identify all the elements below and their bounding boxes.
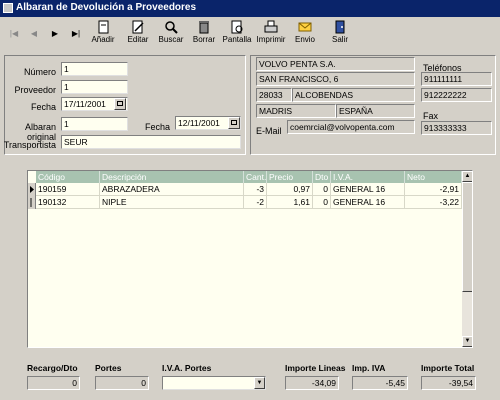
- importe-total-value: -39,54: [421, 376, 476, 390]
- calendar-icon[interactable]: [114, 98, 126, 110]
- app-icon: [3, 3, 13, 13]
- window-title: Albaran de Devolución a Proveedores: [16, 2, 197, 13]
- column-header-codigo[interactable]: Código: [36, 171, 100, 183]
- column-header-neto[interactable]: Neto: [405, 171, 462, 183]
- supplier-phone-2: 912222222: [421, 88, 492, 102]
- supplier-email: coemrcial@volvopenta.com: [287, 120, 415, 134]
- supplier-address: SAN FRANCISCO, 6: [256, 72, 415, 86]
- exit-door-icon: [335, 20, 345, 34]
- table-cell[interactable]: 0,97: [267, 183, 313, 196]
- current-row-arrow-icon: [30, 186, 34, 193]
- fecha-label: Fecha: [30, 102, 56, 112]
- row-indicator[interactable]: [28, 196, 36, 209]
- transportista-label: Transportista: [3, 140, 56, 150]
- title-bar: Albaran de Devolución a Proveedores: [0, 0, 500, 17]
- importe-lineas-label: Importe Lineas: [285, 363, 346, 373]
- fax-label: Fax: [423, 111, 439, 121]
- edit-icon: [132, 20, 144, 34]
- table-cell[interactable]: -2: [244, 196, 267, 209]
- column-header-descripcion[interactable]: Descripción: [100, 171, 244, 183]
- numero-field[interactable]: 1: [61, 62, 128, 76]
- table-cell[interactable]: 190132: [36, 196, 100, 209]
- send-button[interactable]: Envio: [285, 20, 325, 50]
- search-icon: [165, 21, 178, 34]
- scroll-down-arrow-icon[interactable]: ▼: [462, 336, 472, 347]
- proveedor-label: Proveedor: [14, 85, 56, 95]
- new-document-icon: [98, 20, 109, 34]
- table-cell[interactable]: -3,22: [405, 196, 462, 209]
- albaran-original-label: Albaran original: [24, 122, 56, 142]
- table-cell[interactable]: 0: [313, 196, 331, 209]
- lines-grid[interactable]: Código Descripción Cant. Precio Dto I.V.…: [27, 170, 473, 348]
- supplier-province: MADRIS: [256, 104, 336, 118]
- previous-record-button[interactable]: ◀: [25, 26, 43, 42]
- supplier-city: ALCOBENDAS: [292, 88, 415, 102]
- supplier-fax: 913333333: [421, 121, 492, 135]
- table-cell[interactable]: GENERAL 16: [331, 183, 405, 196]
- imp-iva-label: Imp. IVA: [352, 363, 386, 373]
- vertical-scrollbar[interactable]: ▲ ▼: [462, 171, 472, 347]
- table-cell[interactable]: -2,91: [405, 183, 462, 196]
- scrollbar-thumb[interactable]: [462, 182, 472, 292]
- numero-label: Número: [23, 67, 56, 77]
- chevron-down-icon[interactable]: ▼: [254, 377, 265, 389]
- table-cell[interactable]: NIPLE: [100, 196, 244, 209]
- table-cell[interactable]: ABRAZADERA: [100, 183, 244, 196]
- trash-icon: [199, 21, 209, 34]
- importe-total-label: Importe Total: [421, 363, 475, 373]
- imp-iva-value: -5,45: [352, 376, 408, 390]
- table-cell[interactable]: GENERAL 16: [331, 196, 405, 209]
- email-label: E-Mail: [256, 126, 282, 136]
- proveedor-field[interactable]: 1: [61, 80, 128, 94]
- transportista-field[interactable]: SEUR: [61, 135, 241, 149]
- iva-portes-label: I.V.A. Portes: [162, 363, 212, 373]
- table-cell[interactable]: 0: [313, 183, 331, 196]
- recargo-label: Recargo/Dto: [27, 363, 78, 373]
- first-record-button[interactable]: |◀: [5, 26, 23, 42]
- add-button[interactable]: Añadir: [83, 20, 123, 50]
- preview-icon: [231, 20, 243, 34]
- column-header-cantidad[interactable]: Cant.: [244, 171, 267, 183]
- next-record-button[interactable]: ▶: [46, 26, 64, 42]
- iva-portes-select[interactable]: ▼: [162, 376, 266, 390]
- send-icon: [298, 22, 312, 32]
- fecha-original-label: Fecha: [145, 122, 171, 132]
- exit-button[interactable]: Salir: [320, 20, 360, 50]
- calendar-icon[interactable]: [228, 117, 240, 129]
- row-indicator[interactable]: [28, 183, 36, 196]
- column-header-dto[interactable]: Dto: [313, 171, 331, 183]
- portes-label: Portes: [95, 363, 122, 373]
- recargo-value: 0: [27, 376, 80, 390]
- importe-lineas-value: -34,09: [285, 376, 339, 390]
- printer-icon: [264, 20, 278, 33]
- supplier-country: ESPAÑA: [336, 104, 415, 118]
- scroll-up-arrow-icon[interactable]: ▲: [462, 171, 472, 182]
- table-cell[interactable]: 190159: [36, 183, 100, 196]
- column-header-iva[interactable]: I.V.A.: [331, 171, 405, 183]
- table-cell[interactable]: 1,61: [267, 196, 313, 209]
- table-cell[interactable]: -3: [244, 183, 267, 196]
- supplier-postal-code: 28033: [256, 88, 292, 102]
- row-edit-marker-icon: [30, 198, 32, 207]
- supplier-name: VOLVO PENTA S.A.: [256, 57, 415, 71]
- column-header-precio[interactable]: Precio: [267, 171, 313, 183]
- supplier-phone-1: 911111111: [421, 72, 492, 86]
- portes-value: 0: [95, 376, 149, 390]
- albaran-original-field[interactable]: 1: [61, 117, 128, 131]
